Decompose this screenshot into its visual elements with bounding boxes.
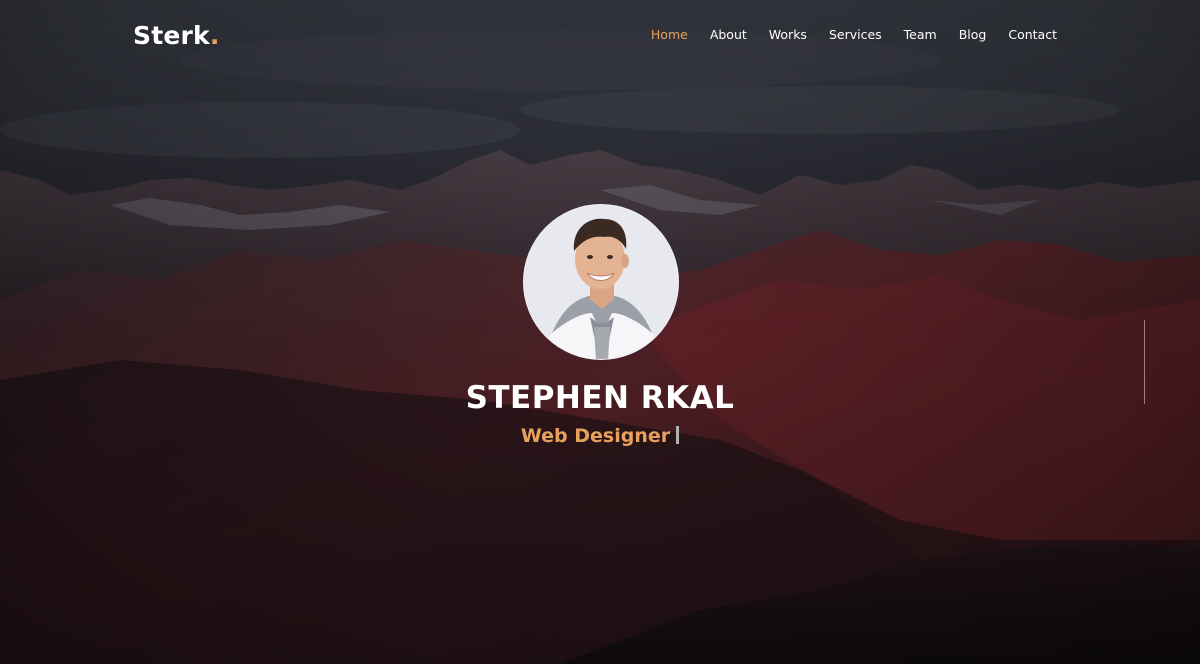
nav-menu: Home About Works Services Team Blog Cont… bbox=[651, 26, 1057, 44]
nav-link-home[interactable]: Home bbox=[651, 26, 688, 44]
brand-logo[interactable]: Sterk. bbox=[133, 20, 220, 52]
profile-photo bbox=[524, 205, 678, 359]
nav-link-contact[interactable]: Contact bbox=[1008, 26, 1057, 44]
hero-role: Web Designer bbox=[520, 425, 671, 447]
profile-avatar bbox=[523, 204, 679, 360]
nav-link-team[interactable]: Team bbox=[904, 26, 937, 44]
hero-name: STEPHEN RKAL bbox=[465, 380, 735, 416]
brand-name: Sterk bbox=[133, 21, 210, 50]
nav-link-works[interactable]: Works bbox=[769, 26, 807, 44]
nav-link-blog[interactable]: Blog bbox=[959, 26, 987, 44]
nav-link-services[interactable]: Services bbox=[829, 26, 882, 44]
typing-cursor bbox=[676, 426, 680, 444]
hero-role-line: Web Designer bbox=[0, 422, 1200, 451]
nav-link-about[interactable]: About bbox=[710, 26, 747, 44]
top-navigation: Sterk. Home About Works Services Team Bl… bbox=[0, 0, 1200, 72]
brand-dot: . bbox=[209, 21, 220, 50]
scroll-indicator-line bbox=[1144, 320, 1145, 404]
